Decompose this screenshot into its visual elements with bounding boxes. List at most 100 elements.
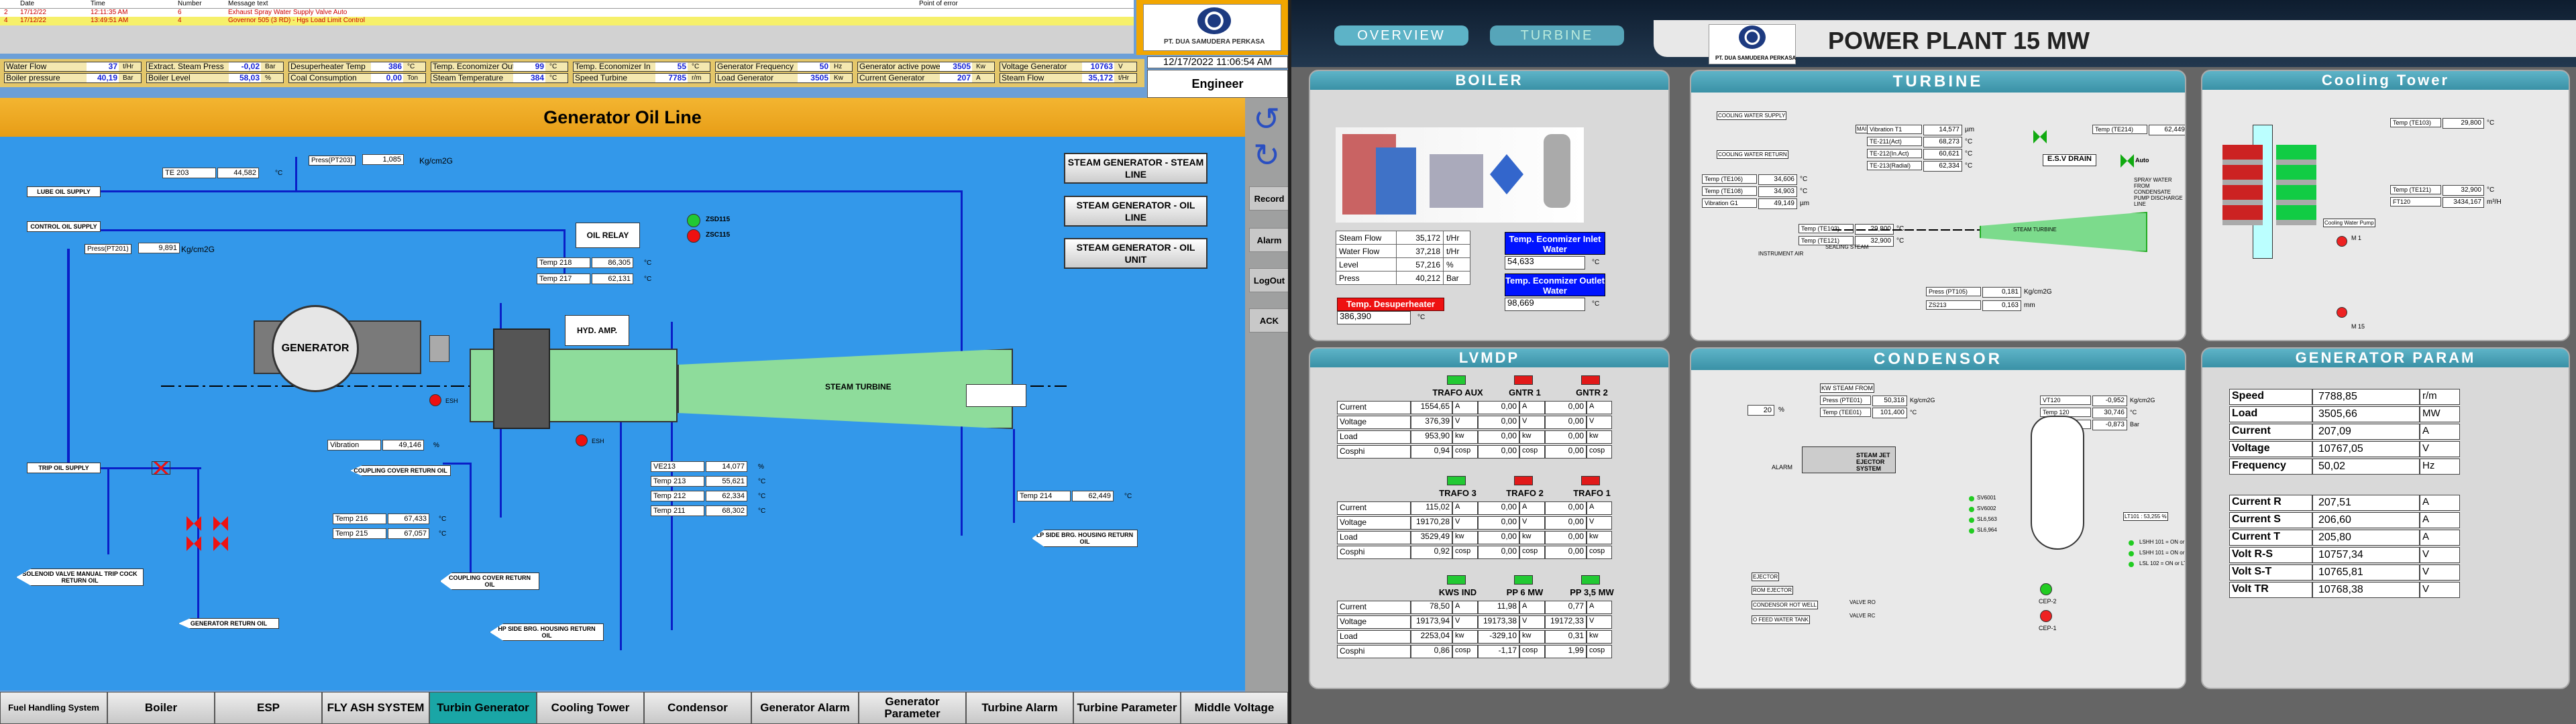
condensor-tee01-unit: °C xyxy=(1910,409,1917,416)
nav-button-esp[interactable]: ESP xyxy=(215,692,322,724)
generator-return-label: GENERATOR RETURN OIL xyxy=(178,618,279,629)
turbine-t2-value: 68,273 xyxy=(1923,137,1962,147)
cooling-te103-unit: °C xyxy=(2487,119,2495,127)
turbine-panel[interactable]: TURBINE COOLING WATER SUPPLY COOLING WAT… xyxy=(1690,70,2186,341)
cep1-icon[interactable] xyxy=(2040,610,2052,622)
status-bar: Water Flow 37 t/Hr Boiler pressure 40,19 Bar E… xyxy=(0,59,1144,87)
logout-button[interactable]: LogOut xyxy=(1249,268,1289,292)
eco-outlet-value: 98,669 xyxy=(1505,298,1585,311)
esh-lamp xyxy=(429,394,441,406)
lvmdp-value: 19173,94 xyxy=(1411,615,1452,629)
gen-row-value: 207,09 xyxy=(2312,424,2420,440)
lvmdp-unit: cosp xyxy=(1519,645,1545,658)
oil-relay-box[interactable]: OIL RELAY xyxy=(576,223,640,248)
turbine-t2-unit: °C xyxy=(1965,138,1973,145)
company-logo-mark xyxy=(1739,25,1766,49)
lvmdp-value: 0,00 xyxy=(1478,401,1519,414)
status-label: Voltage Generator xyxy=(1002,62,1067,71)
gen-row-label: Current T xyxy=(2229,530,2312,546)
pump-m2-icon[interactable] xyxy=(2337,307,2347,318)
pump-m1-icon[interactable] xyxy=(2337,236,2347,247)
gen-row-label: Frequency xyxy=(2229,459,2312,475)
nav-button-fuel-handling-system[interactable]: Fuel Handling System xyxy=(0,692,107,724)
vibration-label: Vibration xyxy=(327,440,381,450)
lvmdp-unit: cosp xyxy=(1452,645,1478,658)
lvmdp-unit: kw xyxy=(1452,630,1478,644)
condensor-tee01-value: 101,400 xyxy=(1872,408,1907,418)
oil-line-button[interactable]: STEAM GENERATOR - OIL LINE xyxy=(1064,196,1208,227)
temp213-label: Temp 213 xyxy=(651,476,704,487)
lvmdp-value: 0,92 xyxy=(1411,546,1452,559)
status-lamp xyxy=(1447,476,1466,485)
alarm-table[interactable]: Date Time Number Message text Point of e… xyxy=(0,0,1134,54)
status-lamp xyxy=(1581,476,1600,485)
turbine-l2-unit: °C xyxy=(1800,188,1808,195)
cep2-icon[interactable] xyxy=(2040,583,2052,595)
status-value: 3505 xyxy=(940,62,972,71)
nav-button-condensor[interactable]: Condensor xyxy=(644,692,751,724)
tab-turbine[interactable]: TURBINE xyxy=(1490,25,1624,46)
valve-icon[interactable] xyxy=(152,461,170,475)
generator-param-title: GENERATOR PARAM xyxy=(2202,349,2569,367)
status-label: Generator active power xyxy=(859,62,943,71)
nav-button-middle-voltage[interactable]: Middle Voltage xyxy=(1181,692,1288,724)
nav-button-turbine-parameter[interactable]: Turbine Parameter xyxy=(1073,692,1181,724)
redo-icon[interactable]: ↻ xyxy=(1253,137,1280,174)
table-row: Press 40,212 Bar xyxy=(1336,271,1470,285)
lvmdp-value: 19173,38 xyxy=(1478,615,1519,629)
boiler-cell: % xyxy=(1443,257,1470,272)
nav-button-turbin-generator[interactable]: Turbin Generator xyxy=(429,692,537,724)
lvmdp-value: 953,90 xyxy=(1411,430,1452,444)
lvmdp-unit: V xyxy=(1519,516,1545,530)
boiler-cell: t/Hr xyxy=(1443,244,1470,258)
turbine-title: TURBINE xyxy=(1691,71,2185,93)
lvmdp-value: 0,00 xyxy=(1545,531,1587,544)
status-label: Load Generator xyxy=(717,73,774,82)
turbine-zs-label: ZS213 xyxy=(1926,300,1981,310)
turbine-l2-value: 34,903 xyxy=(1758,186,1797,197)
turbine-t4-unit: °C xyxy=(1965,162,1973,170)
status-value: 40,19 xyxy=(87,74,119,82)
status-unit: Bar xyxy=(265,63,276,70)
lvmdp-row-label: Voltage xyxy=(1337,615,1411,629)
boiler-panel[interactable]: BOILER Steam Flow 35,172 t/Hr Water Flow 37,… xyxy=(1309,70,1670,341)
turbine-t4-label: TE-213(Radial) xyxy=(1867,161,1922,170)
status-label: Speed Turbine xyxy=(575,73,628,82)
status-unit: °C xyxy=(407,63,415,70)
boiler-cell: Steam Flow xyxy=(1336,231,1397,245)
lvmdp-unit: A xyxy=(1587,501,1612,515)
table-row[interactable]: 4 17/12/22 13:49:51 AM 4 Governor 505 (3… xyxy=(0,17,1134,25)
record-button[interactable]: Record xyxy=(1249,186,1289,210)
nav-button-turbine-alarm[interactable]: Turbine Alarm xyxy=(966,692,1073,724)
lvmdp-panel[interactable]: LVMDP TRAFO AUX GNTR 1 GNTR 2 Current 1554,6… xyxy=(1309,347,1670,689)
steam-line-button[interactable]: STEAM GENERATOR - STEAM LINE xyxy=(1064,153,1208,184)
nav-button-generator-alarm[interactable]: Generator Alarm xyxy=(751,692,859,724)
generator-icon[interactable]: GENERATOR xyxy=(272,305,359,392)
status-lamp xyxy=(1447,375,1466,385)
status-cell: Speed Turbine 7785 r/m xyxy=(573,73,710,83)
hyd-amp-box[interactable]: HYD. AMP. xyxy=(565,315,629,346)
lvmdp-group-label: GNTR 1 xyxy=(1509,387,1541,398)
generator-param-panel[interactable]: GENERATOR PARAM Speed 7788,85 r/m Load 3505,… xyxy=(2201,347,2570,689)
boiler-cell: Level xyxy=(1336,257,1397,272)
table-row: Water Flow 37,218 t/Hr xyxy=(1336,244,1470,258)
status-cell: Water Flow 37 t/Hr xyxy=(4,62,142,72)
nav-button-generator-parameter[interactable]: Generator Parameter xyxy=(859,692,966,724)
condensor-vt120-value: -0,952 xyxy=(2092,396,2127,406)
nav-button-fly-ash-system[interactable]: FLY ASH SYSTEM xyxy=(322,692,429,724)
undo-icon[interactable]: ↺ xyxy=(1253,101,1280,138)
ack-button[interactable]: ACK xyxy=(1249,308,1289,333)
condensor-panel[interactable]: CONDENSOR KW STEAM FROM 20 % Press (PTE0… xyxy=(1690,347,2186,689)
lvmdp-unit: A xyxy=(1519,601,1545,614)
nav-button-boiler[interactable]: Boiler xyxy=(107,692,215,724)
tab-overview[interactable]: OVERVIEW xyxy=(1334,25,1468,46)
alarm-button[interactable]: Alarm xyxy=(1249,228,1289,252)
turbine-t4-value: 62,334 xyxy=(1923,161,1962,172)
zsc-label: ZSC115 xyxy=(706,231,731,239)
cooling-tower-panel[interactable]: Cooling Tower Temp (TE103) 29,800 °C Temp (… xyxy=(2201,70,2570,341)
nav-button-cooling-tower[interactable]: Cooling Tower xyxy=(537,692,644,724)
oil-unit-button[interactable]: STEAM GENERATOR - OIL UNIT xyxy=(1064,238,1208,269)
press-pt203-value: 1,085 xyxy=(362,154,404,165)
status-value: 55 xyxy=(655,62,688,71)
alarm-col-message: Message text xyxy=(228,0,268,7)
